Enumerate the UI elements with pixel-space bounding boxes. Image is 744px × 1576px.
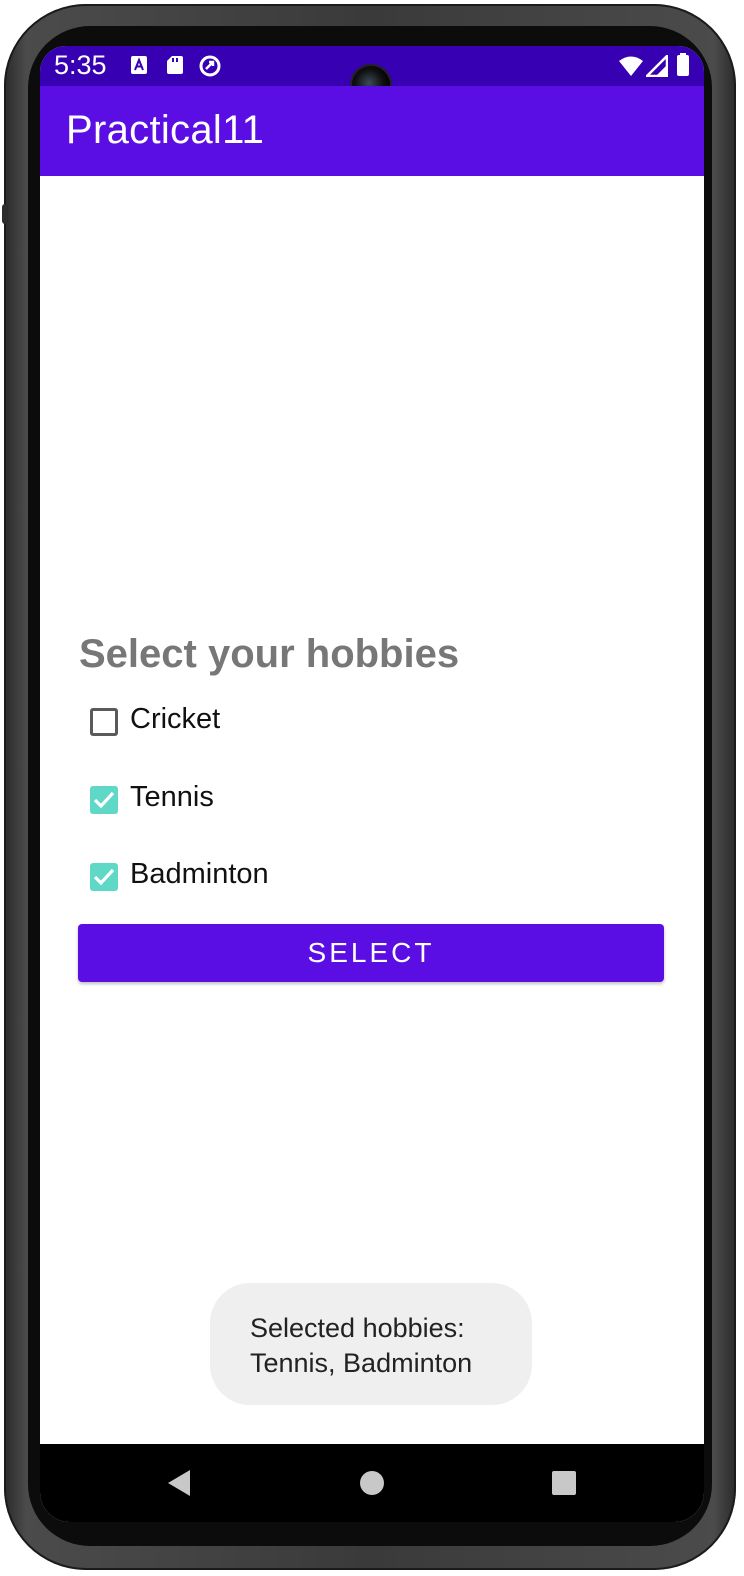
data-saver-icon [198,54,222,82]
recents-icon[interactable] [549,1468,579,1498]
side-button [2,204,8,224]
home-icon[interactable] [357,1468,387,1498]
hobbies-heading: Select your hobbies [79,632,460,676]
battery-icon [676,53,690,81]
toast-line: Selected hobbies: [250,1313,465,1343]
sd-card-icon [166,54,184,80]
app-title: Practical11 [66,108,265,152]
phone-screen: 5:35 Practical11 Select your hobbies Cri… [40,46,704,1522]
text-a-icon [130,54,148,80]
checkbox-checked-icon[interactable] [90,863,118,891]
toast-line: Tennis, Badminton [250,1348,473,1378]
status-time: 5:35 [54,50,107,80]
checkbox-label[interactable]: Cricket [130,703,220,736]
toast-message: Selected hobbies: Tennis, Badminton [210,1283,532,1405]
select-button[interactable]: SELECT [78,924,664,982]
app-bar: Practical11 [40,86,704,176]
checkbox-checked-icon[interactable] [90,786,118,814]
signal-icon [643,52,669,81]
checkbox-label[interactable]: Tennis [130,781,214,814]
checkbox-unchecked-icon[interactable] [90,708,118,736]
wifi-icon [618,55,644,81]
navigation-bar [40,1444,704,1522]
checkbox-label[interactable]: Badminton [130,858,269,891]
back-icon[interactable] [164,1468,194,1498]
